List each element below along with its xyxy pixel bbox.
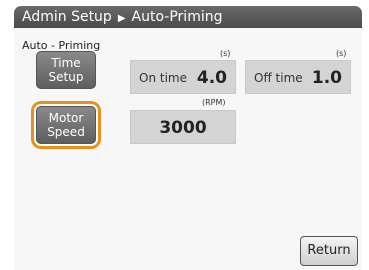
on-time-label: On time [139, 71, 187, 85]
motor-speed-line2: Speed [47, 125, 85, 139]
motor-speed-value: 3000 [159, 118, 207, 138]
time-setup-line2: Setup [48, 70, 84, 84]
off-time-field[interactable]: Off time 1.0 [245, 60, 351, 94]
off-time-value: 1.0 [311, 68, 342, 88]
title-bar: Admin Setup ▶ Auto-Priming [14, 6, 362, 28]
motor-speed-button[interactable]: Motor Speed [36, 106, 96, 144]
off-time-unit: (s) [336, 49, 347, 58]
motor-speed-line1: Motor [48, 111, 84, 125]
on-time-field[interactable]: On time 4.0 [130, 60, 236, 94]
motor-speed-unit: (RPM) [202, 98, 226, 107]
breadcrumb-current: Auto-Priming [131, 9, 223, 25]
breadcrumb-separator-icon: ▶ [117, 13, 126, 24]
on-time-value: 4.0 [196, 68, 227, 88]
return-button[interactable]: Return [300, 236, 358, 266]
time-setup-button[interactable]: Time Setup [36, 51, 96, 89]
off-time-label: Off time [254, 71, 303, 85]
auto-priming-screen: Admin Setup ▶ Auto-Priming Auto - Priming … [0, 0, 369, 270]
settings-panel: Auto - Priming Time Setup Motor Speed (s… [14, 28, 362, 270]
breadcrumb-root: Admin Setup [22, 9, 112, 25]
time-setup-line1: Time [51, 56, 81, 70]
motor-speed-field[interactable]: 3000 [130, 110, 236, 144]
on-time-unit: (s) [220, 49, 231, 58]
